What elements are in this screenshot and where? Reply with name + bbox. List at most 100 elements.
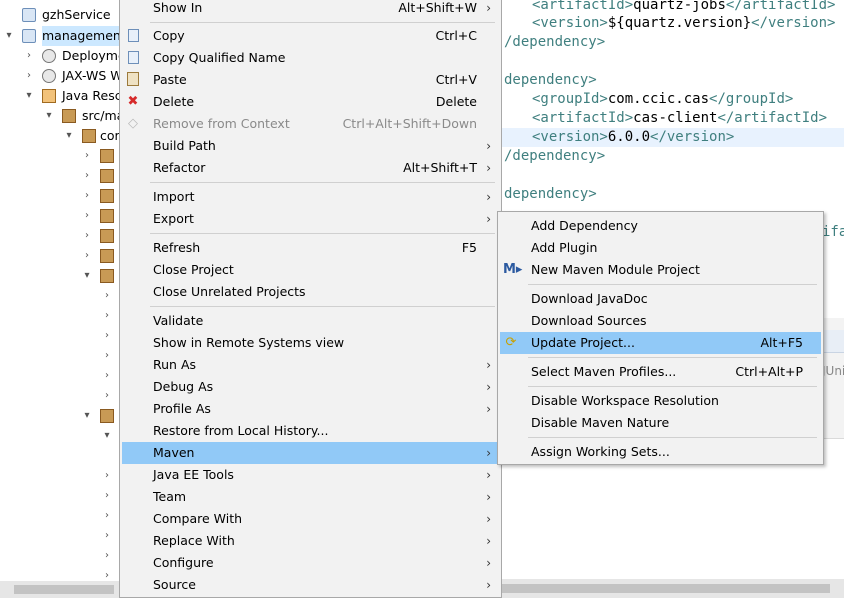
tree-item-src-main[interactable]: ▾ src/ma	[0, 106, 120, 126]
menu-item-profile-as[interactable]: Profile As ›	[122, 398, 499, 420]
chevron-right-icon[interactable]: ›	[102, 546, 112, 566]
chevron-right-icon[interactable]: ›	[82, 166, 92, 186]
menu-item-label: Restore from Local History...	[153, 423, 329, 438]
tree-item-package[interactable]: ›	[80, 146, 120, 166]
menu-item-java-ee-tools[interactable]: Java EE Tools ›	[122, 464, 499, 486]
chevron-right-icon[interactable]: ›	[102, 366, 112, 386]
menu-item-copy[interactable]: Copy Ctrl+C	[122, 25, 499, 47]
tree-item-package[interactable]: ›	[80, 186, 120, 206]
scrollbar-thumb[interactable]	[14, 585, 114, 594]
menu-item-refresh[interactable]: Refresh F5	[122, 237, 499, 259]
copy-icon	[125, 28, 141, 44]
menu-item-configure[interactable]: Configure ›	[122, 552, 499, 574]
chevron-down-icon[interactable]: ▾	[82, 266, 92, 286]
tab-junit[interactable]: JUni	[822, 364, 844, 378]
chevron-right-icon[interactable]: ›	[102, 466, 112, 486]
chevron-right-icon: ›	[486, 212, 491, 226]
menu-item-compare-with[interactable]: Compare With ›	[122, 508, 499, 530]
chevron-right-icon[interactable]: ›	[82, 206, 92, 226]
menu-item-show-in-remote-systems[interactable]: Show in Remote Systems view	[122, 332, 499, 354]
tree-item-com[interactable]: ▾ cor	[0, 126, 120, 146]
tree-item-package[interactable]: ›	[80, 166, 120, 186]
chevron-right-icon[interactable]: ›	[102, 326, 112, 346]
menu-item-new-maven-module[interactable]: M▸ New Maven Module Project	[500, 259, 821, 281]
menu-item-select-maven-profiles[interactable]: Select Maven Profiles... Ctrl+Alt+P	[500, 361, 821, 383]
menu-item-replace-with[interactable]: Replace With ›	[122, 530, 499, 552]
menu-separator	[150, 182, 495, 183]
chevron-down-icon[interactable]: ▾	[82, 406, 92, 426]
tree-item-package[interactable]: ▾	[80, 406, 120, 426]
tree-item-package[interactable]: ▾	[80, 266, 120, 286]
menu-item-source[interactable]: Source ›	[122, 574, 499, 596]
panel-horizontal-scrollbar[interactable]	[500, 579, 844, 598]
menu-item-build-path[interactable]: Build Path ›	[122, 135, 499, 157]
tree-item-deployment[interactable]: › Deployme	[0, 46, 120, 66]
tree-item-java-resources[interactable]: ▾ Java Resc	[0, 86, 120, 106]
menu-item-disable-maven-nature[interactable]: Disable Maven Nature	[500, 412, 821, 434]
source-folder-icon	[62, 109, 76, 123]
tree-item-package[interactable]: ›	[80, 246, 120, 266]
tree-item-class[interactable]: ›	[100, 546, 120, 566]
chevron-right-icon[interactable]: ›	[102, 526, 112, 546]
menu-item-debug-as[interactable]: Debug As ›	[122, 376, 499, 398]
chevron-right-icon[interactable]: ›	[102, 486, 112, 506]
xml-tag: /dependency>	[504, 148, 606, 164]
chevron-down-icon[interactable]: ▾	[44, 106, 54, 126]
menu-item-close-unrelated-projects[interactable]: Close Unrelated Projects	[122, 281, 499, 303]
tree-item-class[interactable]: ›	[100, 286, 120, 306]
chevron-right-icon[interactable]: ›	[102, 346, 112, 366]
tree-item-class[interactable]: ›	[100, 506, 120, 526]
tree-item-management[interactable]: ▾ management	[0, 26, 120, 46]
chevron-right-icon[interactable]: ›	[82, 186, 92, 206]
menu-item-download-sources[interactable]: Download Sources	[500, 310, 821, 332]
chevron-right-icon[interactable]: ›	[102, 386, 112, 406]
scrollbar-thumb[interactable]	[500, 584, 830, 593]
menu-item-refactor[interactable]: Refactor Alt+Shift+T ›	[122, 157, 499, 179]
chevron-down-icon[interactable]: ▾	[24, 86, 34, 106]
chevron-right-icon[interactable]: ›	[82, 246, 92, 266]
tree-item-class[interactable]: ›	[100, 306, 120, 326]
menu-item-restore-local-history[interactable]: Restore from Local History...	[122, 420, 499, 442]
tree-item-class[interactable]: ›	[100, 326, 120, 346]
menu-item-close-project[interactable]: Close Project	[122, 259, 499, 281]
menu-item-team[interactable]: Team ›	[122, 486, 499, 508]
tree-item-gzhservice[interactable]: gzhService	[0, 5, 120, 25]
tree-item-class[interactable]: ›	[100, 386, 120, 406]
explorer-horizontal-scrollbar[interactable]	[0, 581, 120, 598]
tree-item-jaxws[interactable]: › JAX-WS W	[0, 66, 120, 86]
chevron-down-icon[interactable]: ▾	[102, 426, 112, 446]
tree-item-package[interactable]: ›	[80, 226, 120, 246]
menu-item-assign-working-sets[interactable]: Assign Working Sets...	[500, 441, 821, 463]
menu-item-run-as[interactable]: Run As ›	[122, 354, 499, 376]
tree-item-class[interactable]: ›	[100, 486, 120, 506]
menu-item-add-plugin[interactable]: Add Plugin	[500, 237, 821, 259]
chevron-right-icon[interactable]: ›	[102, 286, 112, 306]
chevron-right-icon[interactable]: ›	[82, 146, 92, 166]
chevron-right-icon[interactable]: ›	[24, 46, 34, 66]
tree-item-class[interactable]: ›	[100, 526, 120, 546]
tree-item-class[interactable]: ›	[100, 366, 120, 386]
menu-item-validate[interactable]: Validate	[122, 310, 499, 332]
menu-item-export[interactable]: Export ›	[122, 208, 499, 230]
menu-item-paste[interactable]: Paste Ctrl+V	[122, 69, 499, 91]
tree-item-class[interactable]: ›	[100, 466, 120, 486]
tree-item-class[interactable]: ›	[100, 346, 120, 366]
tree-item-package[interactable]: ›	[80, 206, 120, 226]
chevron-right-icon[interactable]: ›	[102, 306, 112, 326]
chevron-right-icon[interactable]: ›	[24, 66, 34, 86]
menu-item-update-project[interactable]: ⟳ Update Project... Alt+F5	[500, 332, 821, 354]
menu-item-remove-from-context[interactable]: ◇ Remove from Context Ctrl+Alt+Shift+Dow…	[122, 113, 499, 135]
menu-item-show-in[interactable]: Show In Alt+Shift+W ›	[122, 0, 499, 19]
menu-item-copy-qualified-name[interactable]: Copy Qualified Name	[122, 47, 499, 69]
tree-item-class[interactable]: ▾	[100, 426, 120, 446]
menu-item-maven[interactable]: Maven ›	[122, 442, 499, 464]
menu-item-add-dependency[interactable]: Add Dependency	[500, 215, 821, 237]
menu-item-delete[interactable]: ✖ Delete Delete	[122, 91, 499, 113]
menu-item-import[interactable]: Import ›	[122, 186, 499, 208]
chevron-down-icon[interactable]: ▾	[4, 26, 14, 46]
chevron-right-icon[interactable]: ›	[102, 506, 112, 526]
menu-item-download-javadoc[interactable]: Download JavaDoc	[500, 288, 821, 310]
chevron-right-icon[interactable]: ›	[82, 226, 92, 246]
chevron-down-icon[interactable]: ▾	[64, 126, 74, 146]
menu-item-disable-workspace-resolution[interactable]: Disable Workspace Resolution	[500, 390, 821, 412]
